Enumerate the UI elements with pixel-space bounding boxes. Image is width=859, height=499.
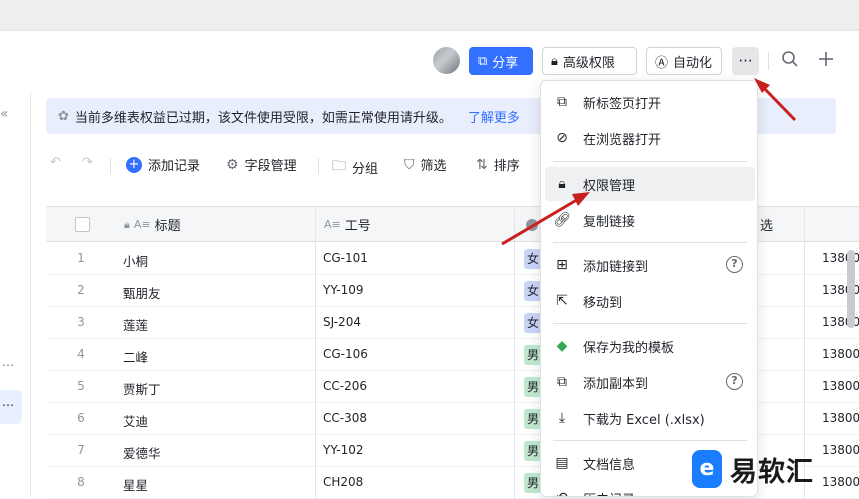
annotation-arrows xyxy=(501,78,797,246)
logo-mark: e xyxy=(692,450,722,488)
arrow-to-more-button xyxy=(754,78,797,122)
watermark-logo: e 易软汇 xyxy=(692,446,852,492)
logo-text: 易软汇 xyxy=(730,456,814,488)
arrow-to-permission-menu-item xyxy=(501,192,590,246)
